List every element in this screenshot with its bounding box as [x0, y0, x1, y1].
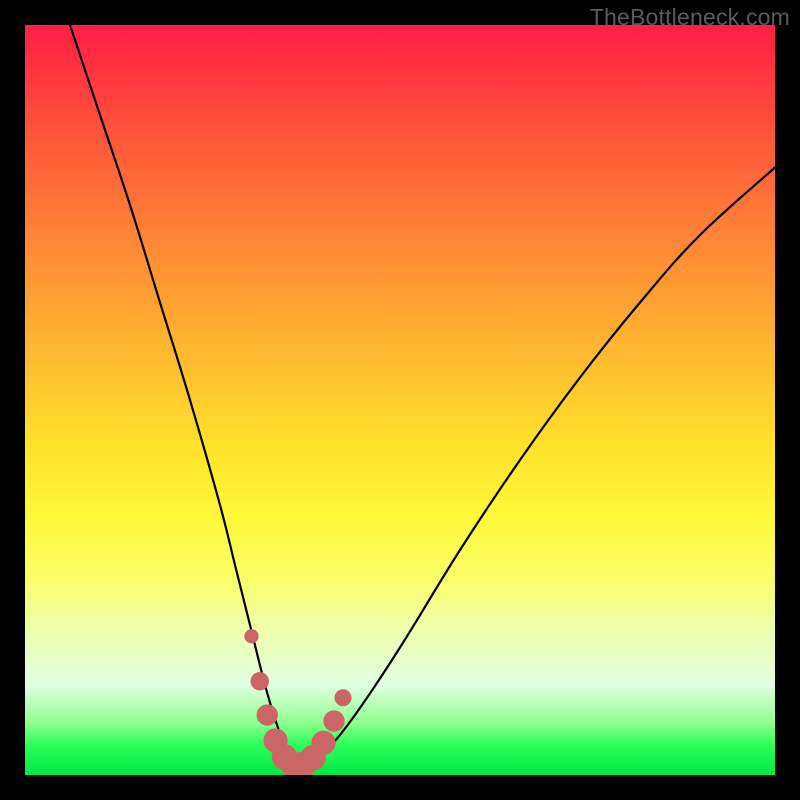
highlight-dot	[311, 731, 335, 755]
highlight-dot	[257, 704, 278, 725]
highlight-dot	[334, 689, 351, 706]
highlight-dot	[244, 629, 258, 643]
bottleneck-curve	[70, 25, 775, 765]
highlight-markers	[244, 629, 351, 775]
highlight-dot	[250, 672, 269, 691]
chart-svg	[25, 25, 775, 775]
watermark-text: TheBottleneck.com	[590, 4, 790, 31]
chart-plot-area	[25, 25, 775, 775]
highlight-dot	[323, 710, 344, 731]
